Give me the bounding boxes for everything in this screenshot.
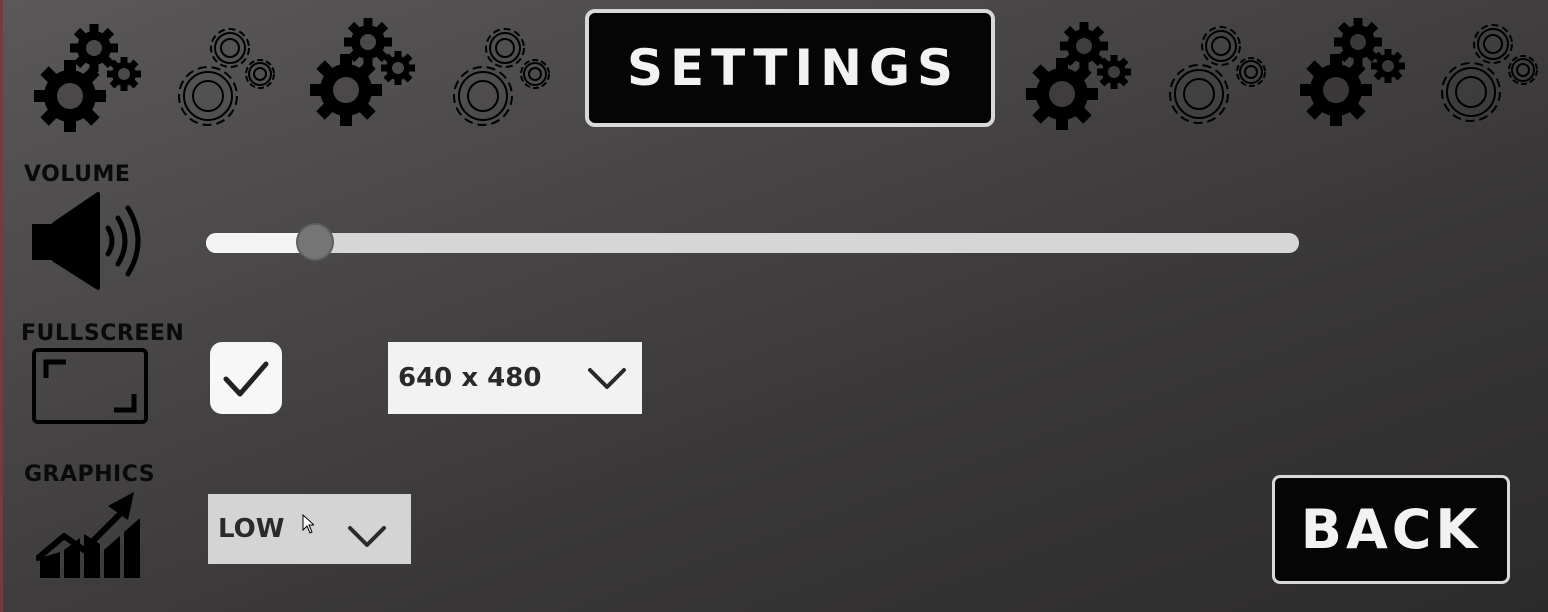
speaker-icon: [30, 190, 148, 292]
gears-outline-icon: [445, 18, 560, 136]
gears-solid-icon: [1024, 18, 1139, 136]
graphics-quality-value: LOW: [218, 514, 285, 544]
chevron-down-icon: [586, 366, 628, 392]
back-button-label: BACK: [1300, 498, 1482, 561]
resolution-value: 640 x 480: [398, 363, 542, 393]
gears-solid-icon: [308, 18, 423, 136]
graphics-label: GRAPHICS: [24, 462, 156, 487]
mouse-cursor-icon: [302, 514, 314, 534]
checkmark-icon: [223, 361, 269, 397]
page-title: SETTINGS: [626, 39, 961, 97]
fullscreen-label: FULLSCREEN: [21, 321, 185, 346]
gears-solid-icon: [32, 18, 147, 136]
volume-slider-handle[interactable]: [296, 223, 335, 261]
volume-slider-track[interactable]: [206, 233, 1299, 253]
gears-outline-icon: [1161, 18, 1276, 136]
volume-slider[interactable]: [206, 223, 1299, 261]
resolution-dropdown[interactable]: 640 x 480: [388, 342, 642, 414]
fullscreen-icon: [32, 348, 148, 424]
gears-outline-icon: [170, 18, 285, 136]
back-button[interactable]: BACK: [1272, 475, 1510, 584]
window-edge: [0, 0, 3, 612]
chart-growth-icon: [36, 488, 146, 580]
chevron-down-icon: [346, 524, 388, 550]
gears-solid-icon: [1298, 18, 1413, 136]
settings-title-banner: SETTINGS: [585, 9, 995, 127]
gears-outline-icon: [1433, 18, 1546, 136]
volume-label: VOLUME: [24, 162, 131, 187]
fullscreen-checkbox[interactable]: [210, 342, 282, 414]
